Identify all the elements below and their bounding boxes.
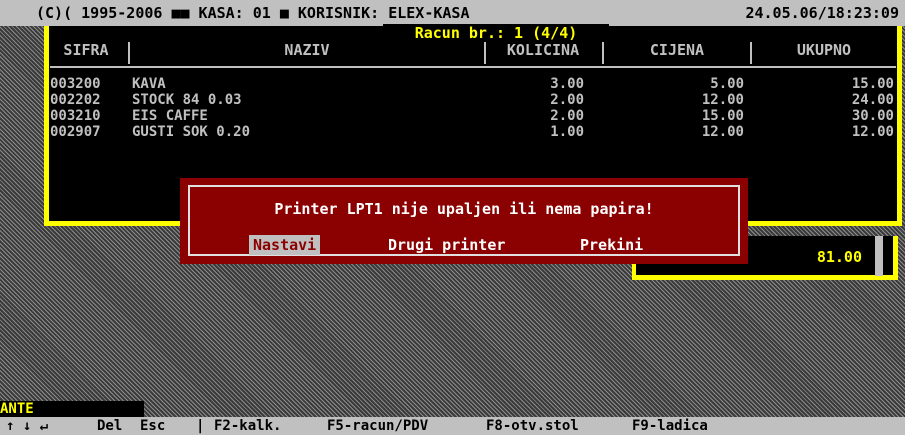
col-header-naziv: NAZIV (284, 41, 330, 59)
navigation-keys-hint: ↑ ↓ ↵ (6, 418, 49, 434)
total-amount: 81.00 (816, 248, 862, 266)
col-divider (750, 42, 752, 64)
cell-ukupno: 15.00 (851, 76, 894, 92)
f5-key[interactable]: F5-racun/PDV (327, 417, 428, 435)
header-divider (50, 66, 896, 68)
col-header-cijena: CIJENA (649, 41, 705, 59)
f2-key[interactable]: F2-kalk. (214, 417, 281, 435)
printer-error-dialog: Printer LPT1 nije upaljen ili nema papir… (180, 178, 748, 264)
table-row[interactable]: 003200 KAVA 3.00 5.00 15.00 (50, 76, 902, 92)
function-key-bar: ↑ ↓ ↵ Del Esc | F2-kalk. F5-racun/PDV F8… (0, 417, 905, 435)
receipt-items: 003200 KAVA 3.00 5.00 15.00 002202 STOCK… (50, 76, 902, 140)
cancel-button[interactable]: Prekini (576, 235, 647, 255)
title-bar: (C)( 1995-2006 ■■ KASA: 01 ■ KORISNIK: E… (0, 0, 905, 26)
continue-button[interactable]: Nastavi (249, 235, 321, 255)
del-key[interactable]: Del (97, 417, 122, 435)
other-printer-button[interactable]: Drugi printer (384, 235, 509, 255)
cell-ukupno: 30.00 (851, 108, 894, 124)
datetime: 24.05.06/18:23:09 (745, 4, 899, 22)
table-row[interactable]: 002202 STOCK 84 0.03 2.00 12.00 24.00 (50, 92, 902, 108)
app-info: (C)( 1995-2006 ■■ KASA: 01 ■ KORISNIK: E… (36, 4, 470, 22)
dialog-border: Printer LPT1 nije upaljen ili nema papir… (188, 185, 740, 256)
col-header-ukupno: UKUPNO (796, 41, 852, 59)
col-divider (128, 42, 130, 64)
col-header-kolicina: KOLICINA (506, 41, 580, 59)
total-cursor (875, 236, 883, 276)
table-row[interactable]: 002907 GUSTI SOK 0.20 1.00 12.00 12.00 (50, 124, 902, 140)
col-divider (602, 42, 604, 64)
cell-ukupno: 24.00 (851, 92, 894, 108)
cell-ukupno: 12.00 (851, 124, 894, 140)
current-user: ANTE (0, 401, 144, 417)
f8-key[interactable]: F8-otv.stol (486, 417, 579, 435)
dialog-message: Printer LPT1 nije upaljen ili nema papir… (274, 200, 654, 218)
table-row[interactable]: 003210 EIS CAFFE 2.00 15.00 30.00 (50, 108, 902, 124)
esc-key[interactable]: Esc (140, 417, 165, 435)
f9-key[interactable]: F9-ladica (632, 417, 708, 435)
table-header: SIFRA NAZIV KOLICINA CIJENA UKUPNO (50, 38, 902, 68)
col-header-sifra: SIFRA (63, 41, 109, 59)
bar-separator: | (196, 418, 205, 434)
